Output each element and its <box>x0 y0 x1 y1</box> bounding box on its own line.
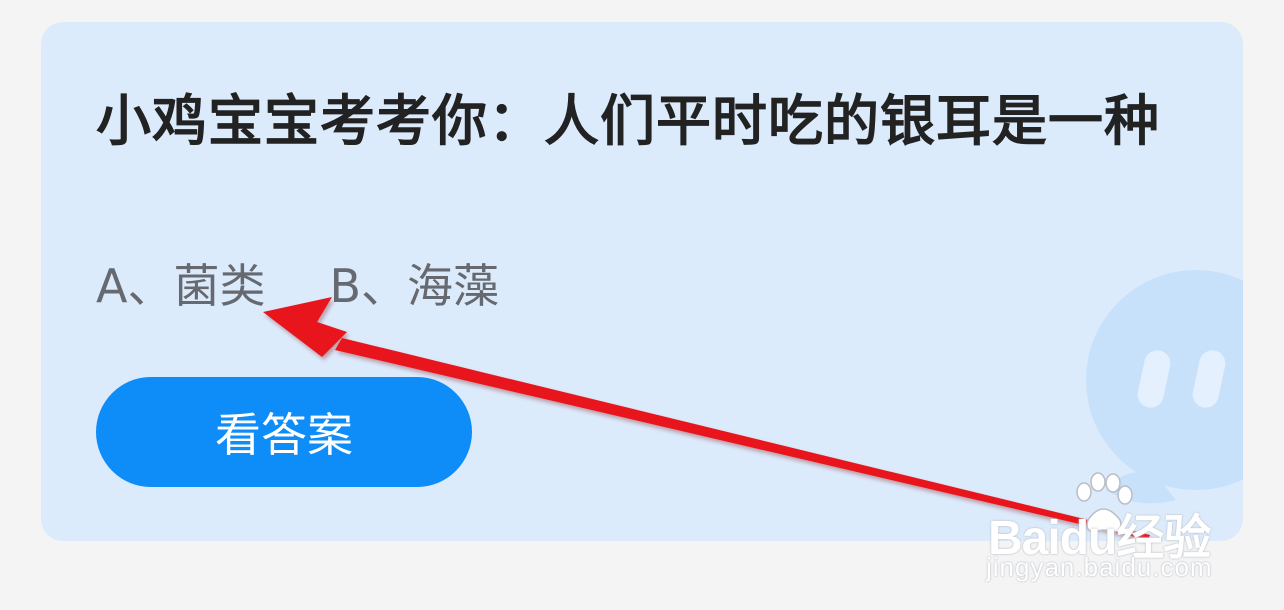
watermark-url: jingyan.baidu.com <box>986 552 1213 582</box>
page: 小鸡宝宝考考你：人们平时吃的银耳是一种 A、菌类 B、海藻 看答案 Baidu经… <box>0 0 1284 610</box>
view-answer-button[interactable]: 看答案 <box>96 377 472 487</box>
baidu-jingyan-watermark: Baidu经验 jingyan.baidu.com <box>980 470 1270 600</box>
option-a[interactable]: A、菌类 <box>96 256 265 316</box>
option-b[interactable]: B、海藻 <box>329 256 499 316</box>
quiz-question: 小鸡宝宝考考你：人们平时吃的银耳是一种 <box>96 89 1161 153</box>
quiz-card: 小鸡宝宝考考你：人们平时吃的银耳是一种 A、菌类 B、海藻 看答案 <box>41 22 1243 541</box>
answer-options: A、菌类 B、海藻 <box>96 256 499 316</box>
